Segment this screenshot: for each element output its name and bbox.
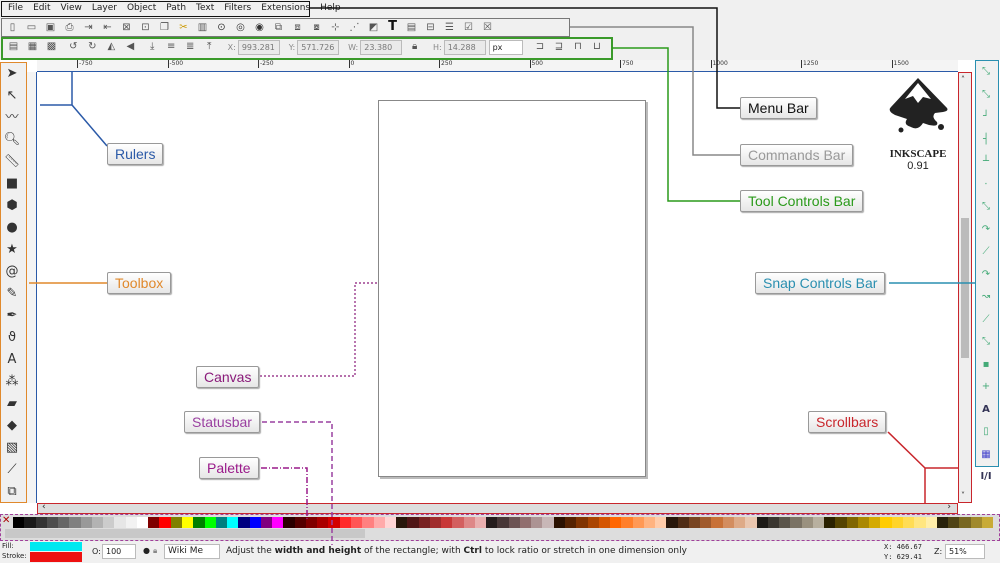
callout-snap-controls-bar: Snap Controls Bar <box>755 272 886 294</box>
callout-commands-bar: Commands Bar <box>740 144 854 166</box>
callout-scrollbars: Scrollbars <box>808 411 887 433</box>
callout-canvas: Canvas <box>196 366 260 388</box>
callout-palette: Palette <box>199 457 259 479</box>
callout-menu-bar: Menu Bar <box>740 97 817 119</box>
callout-statusbar: Statusbar <box>184 411 260 433</box>
callout-tool-controls-bar: Tool Controls Bar <box>740 190 864 212</box>
callout-toolbox: Toolbox <box>107 272 172 294</box>
callout-rulers: Rulers <box>107 143 164 165</box>
